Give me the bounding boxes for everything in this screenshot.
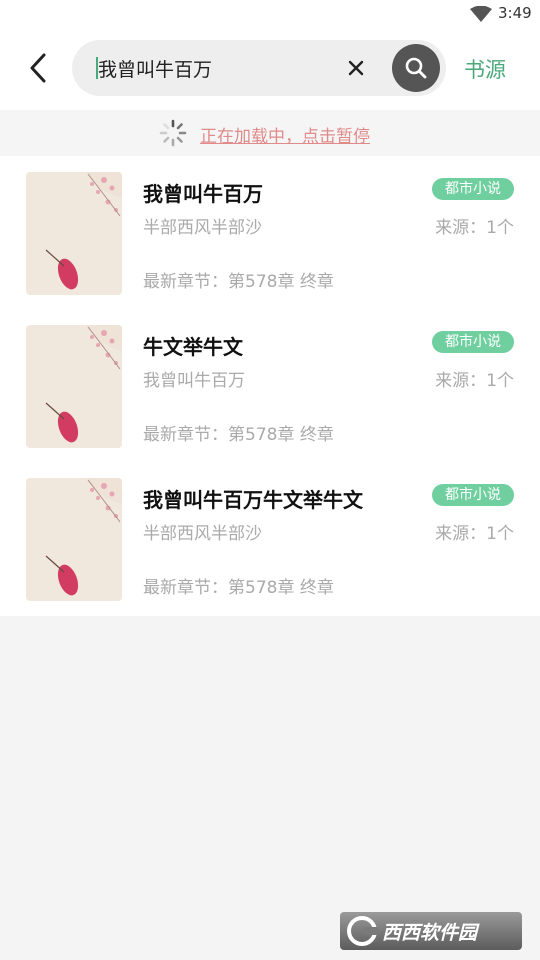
category-badge: 都市小说 — [432, 331, 514, 353]
search-icon — [405, 57, 427, 79]
list-item[interactable]: 牛文举牛文 我曾叫牛百万 最新章节：第578章 终章 都市小说 来源：1个 — [0, 309, 540, 462]
book-cover — [26, 478, 122, 601]
book-title: 我曾叫牛百万 — [143, 182, 263, 206]
book-cover — [26, 325, 122, 448]
source-count: 来源：1个 — [435, 218, 514, 238]
book-author: 我曾叫牛百万 — [143, 371, 245, 391]
latest-chapter: 最新章节：第578章 终章 — [143, 578, 334, 598]
close-icon — [348, 60, 364, 76]
list-item[interactable]: 我曾叫牛百万牛文举牛文 半部西风半部沙 最新章节：第578章 终章 都市小说 来… — [0, 462, 540, 615]
book-author: 半部西风半部沙 — [143, 524, 262, 544]
book-author: 半部西风半部沙 — [143, 218, 262, 238]
status-time: 3:49 — [498, 4, 532, 22]
list-item[interactable]: 我曾叫牛百万 半部西风半部沙 最新章节：第578章 终章 都市小说 来源：1个 — [0, 156, 540, 309]
book-cover — [26, 172, 122, 295]
source-count: 来源：1个 — [435, 371, 514, 391]
category-badge: 都市小说 — [432, 178, 514, 200]
search-box — [72, 40, 446, 96]
loading-bar: 正在加载中，点击暂停 — [0, 112, 540, 156]
watermark-logo-icon — [347, 916, 378, 946]
back-button[interactable] — [20, 50, 56, 86]
pause-loading-link[interactable]: 正在加载中，点击暂停 — [200, 122, 370, 147]
watermark: 西西软件园 — [340, 912, 522, 950]
wifi-icon — [470, 6, 492, 22]
chevron-left-icon — [30, 53, 46, 83]
book-title: 牛文举牛文 — [143, 335, 243, 359]
source-count: 来源：1个 — [435, 524, 514, 544]
latest-chapter: 最新章节：第578章 终章 — [143, 425, 334, 445]
search-button[interactable] — [392, 44, 440, 92]
watermark-text: 西西软件园 — [382, 921, 478, 944]
status-bar: 3:49 — [0, 0, 540, 28]
search-input[interactable] — [98, 40, 338, 96]
book-source-button[interactable]: 书源 — [464, 54, 506, 84]
latest-chapter: 最新章节：第578章 终章 — [143, 272, 334, 292]
book-title: 我曾叫牛百万牛文举牛文 — [143, 488, 363, 512]
search-results-list: 我曾叫牛百万 半部西风半部沙 最新章节：第578章 终章 都市小说 来源：1个 … — [0, 156, 540, 616]
search-header: 书源 — [0, 28, 540, 110]
category-badge: 都市小说 — [432, 484, 514, 506]
clear-search-button[interactable] — [342, 54, 370, 82]
loading-spinner-icon — [159, 119, 187, 147]
